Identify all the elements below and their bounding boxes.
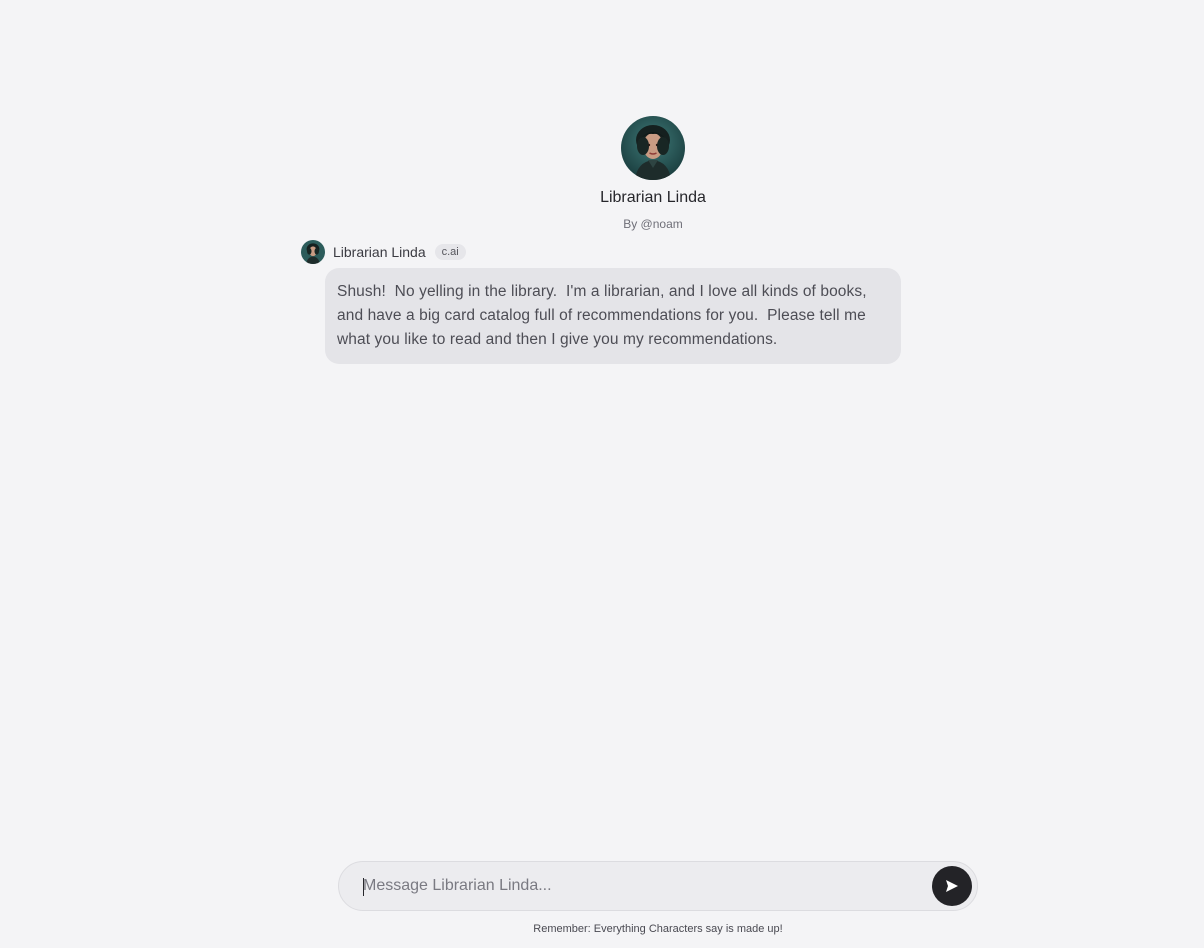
message-composer xyxy=(338,861,978,911)
message-text: Shush! No yelling in the library. I'm a … xyxy=(337,283,872,348)
character-portrait-icon xyxy=(301,240,325,264)
send-button[interactable] xyxy=(932,866,972,906)
chat-page: Librarian Linda By @noam Librarian Linda… xyxy=(0,0,1204,948)
character-avatar[interactable] xyxy=(621,116,685,180)
send-arrow-icon xyxy=(946,880,958,892)
message-author-name: Librarian Linda xyxy=(333,244,426,260)
disclaimer-text: Remember: Everything Characters say is m… xyxy=(533,923,783,935)
message-header: Librarian Linda c.ai xyxy=(301,240,901,264)
character-header: Librarian Linda By @noam xyxy=(553,116,753,232)
message-avatar[interactable] xyxy=(301,240,325,264)
message-bubble: Shush! No yelling in the library. I'm a … xyxy=(325,268,901,364)
text-cursor xyxy=(363,878,364,896)
character-name: Librarian Linda xyxy=(600,189,706,206)
message-input[interactable] xyxy=(339,862,932,910)
character-author[interactable]: By @noam xyxy=(623,216,683,232)
character-portrait-icon xyxy=(621,116,685,180)
ai-badge: c.ai xyxy=(434,244,466,260)
message: Librarian Linda c.ai Shush! No yelling i… xyxy=(301,240,901,364)
